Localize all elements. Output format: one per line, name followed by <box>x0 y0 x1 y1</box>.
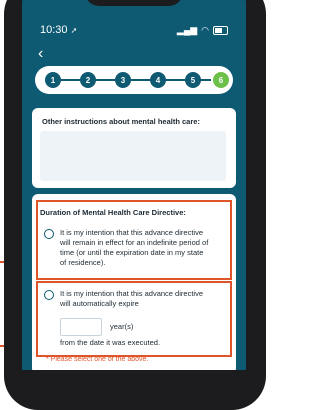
from-date-text: from the date it was executed. <box>60 338 161 347</box>
instructions-card: Other instructions about mental health c… <box>32 108 236 188</box>
years-label: year(s) <box>110 322 134 331</box>
progress-stepper: 1 2 3 4 5 6 <box>35 66 233 94</box>
duration-title: Duration of Mental Health Care Directive… <box>40 208 186 217</box>
back-button[interactable]: ‹ <box>38 46 43 62</box>
phone-notch <box>85 0 183 6</box>
step-6-current: 6 <box>213 72 229 88</box>
error-message: * Please select one of the above. <box>46 356 149 363</box>
location-icon: ➚ <box>70 26 78 35</box>
step-3: 3 <box>115 72 131 88</box>
instructions-textarea[interactable] <box>40 131 226 181</box>
instructions-label: Other instructions about mental health c… <box>42 117 200 126</box>
years-input[interactable] <box>60 318 102 336</box>
duration-card: Duration of Mental Health Care Directive… <box>32 194 236 370</box>
status-icons: ▂▄▆ ◠ <box>177 25 228 36</box>
option1-text: It is my intention that this advance dir… <box>60 228 209 267</box>
signal-icon: ▂▄▆ <box>176 25 198 35</box>
wifi-icon: ◠ <box>201 25 209 35</box>
step-2: 2 <box>80 72 96 88</box>
option2-text: It is my intention that this advance dir… <box>60 289 203 308</box>
step-1: 1 <box>45 72 61 88</box>
step-4: 4 <box>150 72 166 88</box>
phone-frame: 10:30 ➚ ▂▄▆ ◠ ‹ 1 2 3 4 5 6 Other instru… <box>4 0 266 410</box>
battery-icon <box>213 26 228 35</box>
indefinite-radio[interactable] <box>44 229 54 239</box>
step-5: 5 <box>185 72 201 88</box>
status-time: 10:30 ➚ <box>40 24 78 36</box>
app-screen: 10:30 ➚ ▂▄▆ ◠ ‹ 1 2 3 4 5 6 Other instru… <box>22 0 246 370</box>
auto-expire-radio[interactable] <box>44 290 54 300</box>
